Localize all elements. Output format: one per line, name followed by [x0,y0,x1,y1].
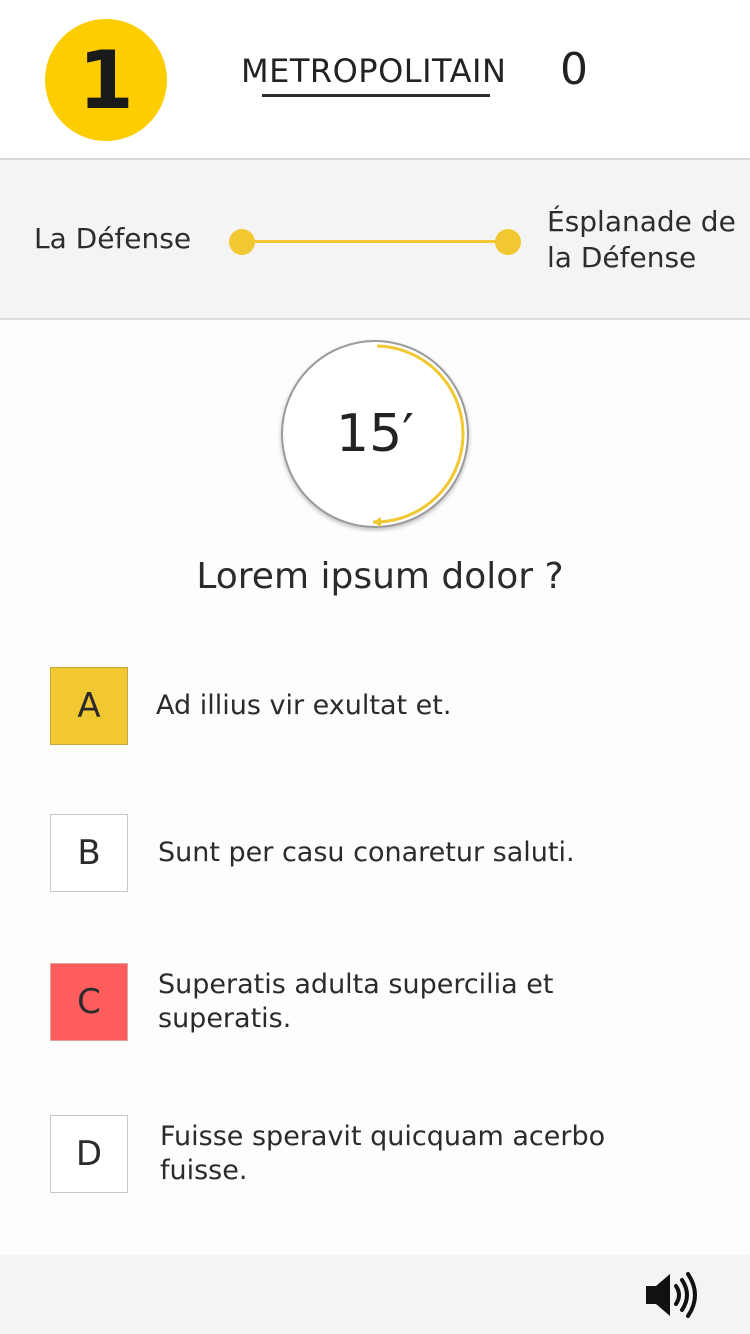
answer-letter-box[interactable]: A [50,667,128,745]
metro-line-badge: 1 [45,19,167,141]
question-text: Lorem ipsum dolor ? [196,556,564,597]
answer-letter-box[interactable]: B [50,814,128,892]
route-bar: La Défense Ésplanade de la Défense [0,158,750,320]
answer-option-a[interactable]: A Ad illius vir exultat et. [50,667,670,745]
answer-text[interactable]: Fuisse speravit quicquam acerbo fuisse. [160,1115,620,1193]
answer-letter-box[interactable]: C [50,963,128,1041]
answer-text[interactable]: Superatis adulta supercilia et superatis… [158,963,618,1041]
timer-label: 15′ [336,404,414,464]
route-line [243,240,509,243]
answer-text[interactable]: Ad illius vir exultat et. [156,667,616,745]
answer-text[interactable]: Sunt per casu conaretur saluti. [158,814,618,892]
countdown-timer: 15′ [277,336,473,532]
speaker-volume-icon[interactable] [640,1269,704,1321]
app-title: METROPOLITAIN [241,52,507,90]
station-from: La Défense [34,222,192,255]
answer-option-b[interactable]: B Sunt per casu conaretur saluti. [50,814,670,892]
answer-option-d[interactable]: D Fuisse speravit quicquam acerbo fuisse… [50,1115,670,1193]
station-to-dot [495,229,521,255]
footer-bar [0,1255,750,1334]
answer-letter-box[interactable]: D [50,1115,128,1193]
score-value: 0 [560,44,588,95]
title-underline [262,94,490,97]
station-from-dot [229,229,255,255]
station-to: Ésplanade de la Défense [547,205,736,274]
sound-toggle-button[interactable] [640,1269,704,1321]
header-bar: 1 METROPOLITAIN 0 [0,0,750,158]
answer-option-c[interactable]: C Superatis adulta supercilia et superat… [50,963,670,1041]
